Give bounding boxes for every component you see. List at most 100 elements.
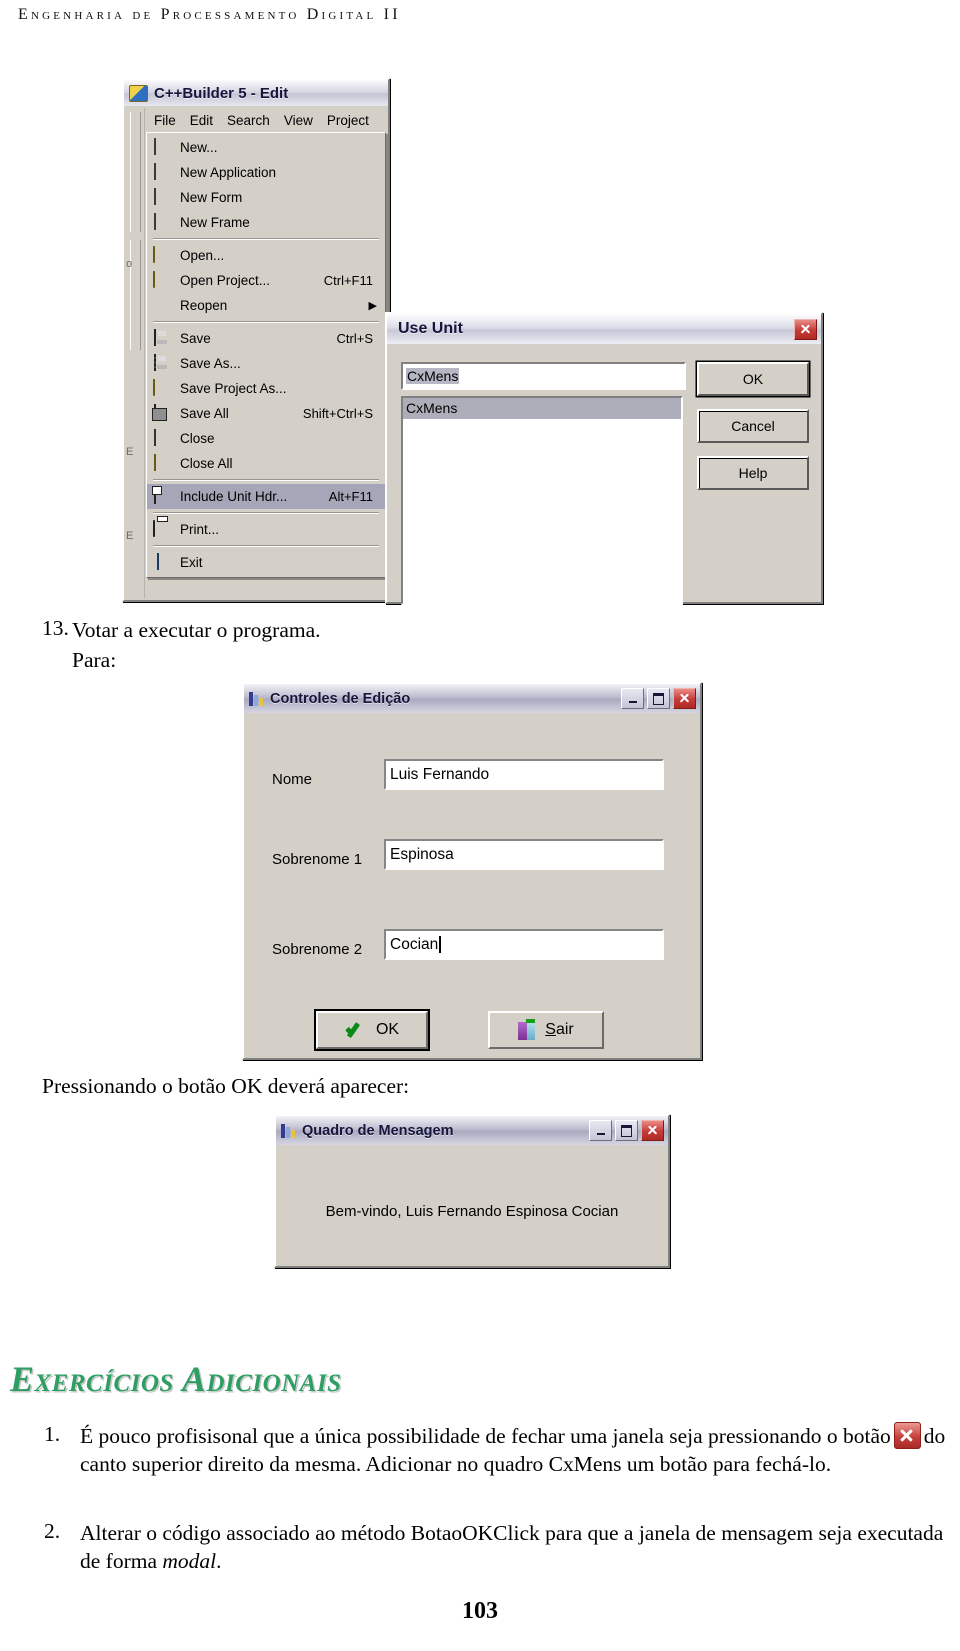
sair-button[interactable]: Sair [488, 1011, 604, 1049]
red-close-icon [893, 1422, 921, 1449]
unit-name-input[interactable]: CxMens [401, 362, 686, 390]
ide-toolbar-strip [126, 108, 145, 598]
open-project-icon [151, 270, 173, 290]
menu-item-label: Reopen [180, 298, 228, 313]
menu-item-save-as[interactable]: Save As... [147, 351, 385, 376]
menu-item-new[interactable]: New... [147, 135, 385, 160]
edit-controls-window: Controles de Edição Nome Luis Fernando S… [242, 682, 702, 1060]
exercise-2-part2: . [216, 1549, 222, 1574]
toolbar-grip-2[interactable] [130, 240, 141, 350]
menu-item-label: Save All [180, 406, 229, 421]
sair-button-label: Sair [545, 1021, 574, 1038]
cppbuilder-title: C++Builder 5 - Edit [154, 84, 289, 102]
new-form-icon [151, 187, 173, 207]
label-sobrenome-1: Sobrenome 1 [272, 851, 363, 868]
unit-list[interactable]: CxMens [401, 396, 683, 605]
application-icon [249, 691, 265, 706]
menu-item-close-all[interactable]: Close All [147, 451, 385, 476]
menu-item-label: New Form [180, 190, 243, 205]
welcome-message: Bem-vindo, Luis Fernando Espinosa Cocian [325, 1203, 619, 1220]
new-application-icon [151, 162, 173, 182]
use-unit-dialog: Use Unit CxMens CxMens OK Cancel Help [385, 312, 823, 605]
close-icon[interactable] [673, 688, 696, 709]
use-unit-body: CxMens CxMens OK Cancel Help [387, 344, 821, 605]
menu-item-label: New Frame [180, 215, 250, 230]
menu-item-label: Save Project As... [180, 381, 287, 396]
close-file-icon [151, 428, 173, 448]
cppbuilder-titlebar: C++Builder 5 - Edit [124, 80, 388, 107]
menubar-item-edit[interactable]: Edit [190, 113, 213, 128]
list-item[interactable]: CxMens [403, 398, 681, 419]
menu-item-exit[interactable]: Exit [147, 550, 385, 575]
nome-value: Luis Fernando [390, 765, 490, 783]
sobrenome2-input[interactable]: Cocian [384, 929, 664, 960]
save-project-as-icon [151, 378, 173, 398]
menu-separator [153, 321, 379, 323]
menubar-item-search[interactable]: Search [227, 113, 270, 128]
menu-item-include-unit-hdr[interactable]: Include Unit Hdr... Alt+F11 [147, 484, 385, 509]
ok-button[interactable]: OK [697, 362, 809, 396]
close-icon[interactable] [794, 318, 817, 340]
printer-icon [151, 519, 173, 539]
menu-item-save[interactable]: Save Ctrl+S [147, 326, 385, 351]
cppbuilder-body: o E E File Edit Search View Project New.… [124, 106, 388, 600]
section-heading: Exercícios Adicionais [10, 1359, 342, 1399]
edit-controls-title: Controles de Edição [270, 690, 411, 707]
minimize-icon[interactable] [589, 1120, 612, 1141]
menu-separator [153, 545, 379, 547]
cancel-button[interactable]: Cancel [697, 409, 809, 443]
menu-item-new-frame[interactable]: New Frame [147, 210, 385, 235]
menubar-item-file[interactable]: File [154, 113, 176, 128]
exercise-item-1: É pouco profisisonal que a única possibi… [80, 1422, 948, 1479]
cppbuilder-icon [129, 84, 148, 102]
help-button[interactable]: Help [697, 456, 809, 490]
maximize-icon[interactable] [647, 688, 670, 709]
menu-separator [153, 479, 379, 481]
exercise-2-italic: modal [162, 1549, 217, 1574]
save-all-icon [151, 403, 173, 423]
text-caret [439, 936, 441, 953]
menu-item-print[interactable]: Print... [147, 517, 385, 542]
message-window: Quadro de Mensagem Bem-vindo, Luis Ferna… [274, 1114, 670, 1268]
menu-item-open-project[interactable]: Open Project... Ctrl+F11 [147, 268, 385, 293]
menu-item-reopen[interactable]: Reopen ▶ [147, 293, 385, 318]
maximize-icon[interactable] [615, 1120, 638, 1141]
menubar-item-project[interactable]: Project [327, 113, 369, 128]
include-unit-icon [151, 486, 173, 506]
use-unit-titlebar: Use Unit [387, 314, 821, 345]
menu-item-shortcut: Shift+Ctrl+S [302, 406, 373, 421]
toolbar-grip-1[interactable] [130, 112, 141, 232]
menu-item-label: Open... [180, 248, 225, 263]
menu-item-new-form[interactable]: New Form [147, 185, 385, 210]
minimize-icon[interactable] [621, 688, 644, 709]
ok-button-label: OK [375, 1021, 400, 1038]
exercise-number-1: 1. [44, 1422, 61, 1446]
green-check-icon [345, 1022, 367, 1039]
sobrenome1-input[interactable]: Espinosa [384, 839, 664, 870]
message-titlebar-buttons [589, 1120, 666, 1141]
menu-item-close[interactable]: Close [147, 426, 385, 451]
cppbuilder-menubar[interactable]: File Edit Search View Project [146, 108, 386, 133]
sobrenome2-value: Cocian [390, 935, 439, 953]
label-sobrenome-2: Sobrenome 2 [272, 941, 363, 958]
cppbuilder-window: C++Builder 5 - Edit o E E File Edit Sear… [122, 78, 390, 602]
ok-button[interactable]: OK [314, 1009, 430, 1051]
ide-background-text-3: E [126, 530, 134, 542]
message-body: Bem-vindo, Luis Fernando Espinosa Cocian [276, 1145, 668, 1266]
file-menu-dropdown[interactable]: New... New Application New Form New Fram… [146, 132, 386, 578]
exercise-item-2: Alterar o código associado ao método Bot… [80, 1519, 948, 1576]
menu-item-label: Print... [180, 522, 220, 537]
menu-item-open[interactable]: Open... [147, 243, 385, 268]
close-all-icon [151, 453, 173, 473]
edit-controls-titlebar-buttons [621, 688, 698, 709]
new-frame-icon [151, 212, 173, 232]
use-unit-title: Use Unit [398, 320, 463, 337]
nome-input[interactable]: Luis Fernando [384, 759, 664, 790]
menu-item-shortcut: Ctrl+S [336, 331, 373, 346]
ide-background-text-1: o [126, 258, 133, 270]
menu-item-save-project-as[interactable]: Save Project As... [147, 376, 385, 401]
menu-item-save-all[interactable]: Save All Shift+Ctrl+S [147, 401, 385, 426]
menubar-item-view[interactable]: View [284, 113, 313, 128]
menu-item-new-application[interactable]: New Application [147, 160, 385, 185]
close-icon[interactable] [641, 1120, 664, 1141]
